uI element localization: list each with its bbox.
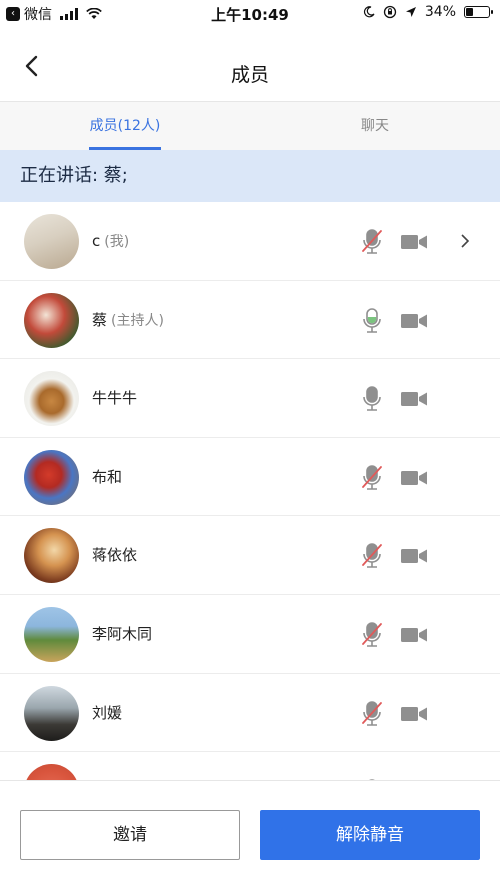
member-role: (我) xyxy=(104,234,130,250)
battery-icon xyxy=(464,6,493,18)
tabs: 成员(12人) 聊天 xyxy=(0,102,500,150)
unmute-button[interactable]: 解除静音 xyxy=(260,810,480,860)
member-row[interactable]: 蒋依依 xyxy=(0,516,500,595)
avatar xyxy=(24,606,79,662)
bottom-bar: 邀请 解除静音 xyxy=(0,780,500,888)
microphone-icon[interactable] xyxy=(360,307,384,335)
page-title: 成员 xyxy=(230,64,269,86)
microphone-muted-icon[interactable] xyxy=(360,228,384,256)
status-right: 34% xyxy=(363,4,493,20)
member-row[interactable]: 刘媛 xyxy=(0,674,500,753)
moon-icon xyxy=(363,6,375,18)
camera-icon[interactable] xyxy=(400,233,428,251)
tab-chat-label: 聊天 xyxy=(361,118,389,134)
member-row[interactable]: 布和 xyxy=(0,438,500,517)
member-row[interactable]: 牛牛牛 xyxy=(0,359,500,438)
member-name: 刘媛 xyxy=(92,703,123,722)
avatar xyxy=(24,764,79,780)
member-name-wrap: 李阿木同 xyxy=(92,595,152,673)
nav-bar: 成员 xyxy=(0,26,500,102)
avatar xyxy=(24,292,79,348)
member-role: (主持人) xyxy=(111,312,164,329)
member-name: 布和 xyxy=(92,467,123,486)
avatar xyxy=(24,214,79,269)
avatar xyxy=(24,449,79,505)
avatar xyxy=(24,528,79,584)
avatar xyxy=(24,371,79,427)
member-name-wrap: 牛牛牛 xyxy=(92,359,137,437)
member-name: 李阿木同 xyxy=(92,624,153,643)
camera-icon[interactable] xyxy=(400,390,428,408)
member-row[interactable] xyxy=(0,752,500,780)
member-name-wrap: 刘媛 xyxy=(92,674,122,752)
microphone-muted-icon[interactable] xyxy=(360,542,384,570)
member-row[interactable]: 蔡 (主持人) xyxy=(0,281,500,360)
lock-rotation-icon xyxy=(383,5,397,19)
member-name: c xyxy=(92,232,101,250)
avatar xyxy=(24,685,79,741)
member-name: 蒋依依 xyxy=(92,546,138,565)
camera-icon[interactable] xyxy=(400,312,428,330)
camera-icon[interactable] xyxy=(400,547,428,565)
member-row[interactable]: 李阿木同 xyxy=(0,595,500,674)
member-name-wrap: 蔡 (主持人) xyxy=(92,281,164,360)
tab-members[interactable]: 成员(12人) xyxy=(0,102,250,150)
chevron-right-icon[interactable] xyxy=(458,233,472,249)
battery-percent: 34% xyxy=(424,4,456,20)
location-icon xyxy=(405,7,416,17)
member-name: 牛牛牛 xyxy=(92,389,138,408)
member-row[interactable]: c (我) xyxy=(0,202,500,281)
invite-button[interactable]: 邀请 xyxy=(20,810,240,860)
battery-fill xyxy=(466,8,474,16)
member-name-wrap: c (我) xyxy=(92,202,129,281)
tab-members-label: 成员(12人) xyxy=(89,118,161,134)
tab-chat[interactable]: 聊天 xyxy=(250,102,500,150)
microphone-muted-icon[interactable] xyxy=(360,621,384,649)
member-name: 蔡 xyxy=(92,310,108,329)
member-list[interactable]: c (我) 蔡 (主持人) 牛牛牛 布和 蒋依依 李阿木同 刘媛 xyxy=(0,202,500,780)
speaking-banner: 正在讲话: 蔡; xyxy=(0,150,500,202)
member-name-wrap: 蒋依依 xyxy=(92,516,137,594)
camera-icon[interactable] xyxy=(400,626,428,644)
camera-icon[interactable] xyxy=(400,469,428,487)
camera-icon[interactable] xyxy=(400,705,428,723)
member-name-wrap: 布和 xyxy=(92,438,122,516)
microphone-muted-icon[interactable] xyxy=(360,464,384,492)
microphone-icon[interactable] xyxy=(360,385,384,413)
status-bar: ‹ 微信 上午10:49 34% xyxy=(0,0,500,26)
microphone-muted-icon[interactable] xyxy=(360,700,384,728)
